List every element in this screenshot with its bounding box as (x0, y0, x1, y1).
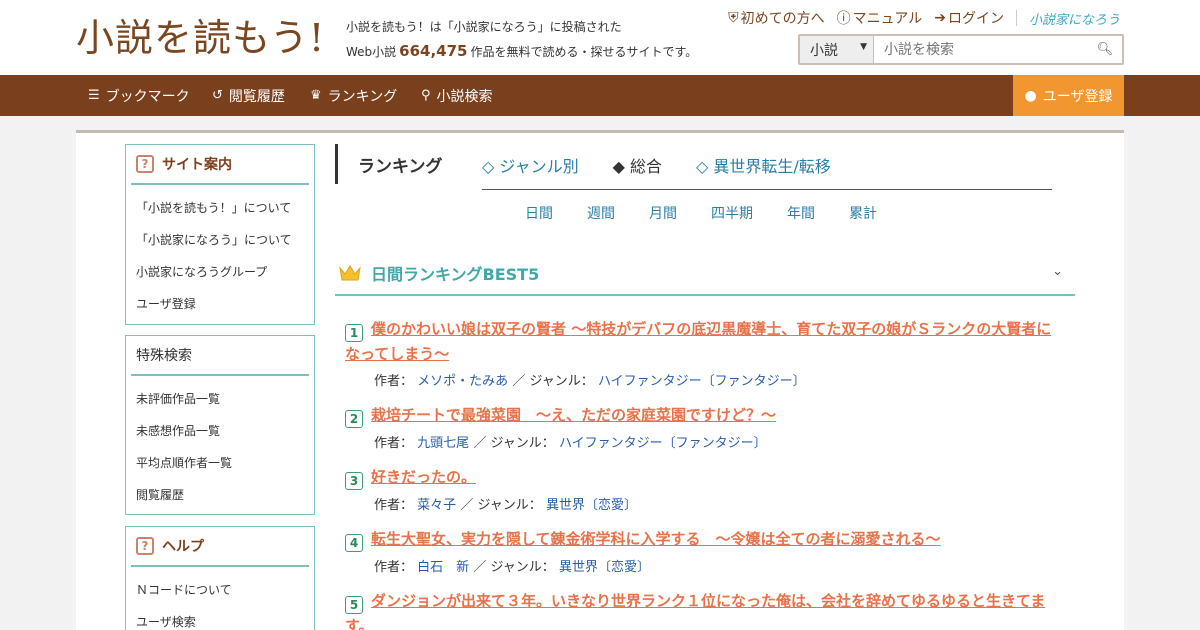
author-link[interactable]: メソポ・たみあ (417, 374, 508, 389)
top-links: ⛨ 初めての方へ ⓘ マニュアル ➔ ログイン 小説家になろう (728, 8, 1120, 28)
rank-1-icon: 1 (345, 324, 363, 342)
rank-5-icon: 5 (345, 596, 363, 614)
special-search-box: 特殊検索 未評価作品一覧 未感想作品一覧 平均点順作者一覧 閲覧履歴 (125, 335, 315, 515)
history-icon: ↺ (212, 88, 223, 103)
tab-isekai[interactable]: ◇ 異世界転生/転移 (696, 153, 831, 177)
genre-link[interactable]: ハイファンタジー〔ファンタジー〕 (598, 374, 806, 389)
author-link[interactable]: 九頭七尾 (417, 436, 469, 451)
rank-2-icon: 2 (345, 410, 363, 428)
nav-history[interactable]: ↺ 閲覧履歴 (212, 75, 285, 116)
help-box: ? ヘルプ Ｎコードについて ユーザ検索 (125, 526, 315, 630)
sidebar-item-narou-group[interactable]: 小説家になろうグループ (126, 255, 314, 287)
ranking-item: 2 栽培チートで最強菜園 ～え、ただの家庭菜園ですけど？～ 作者： 九頭七尾 ／ … (345, 403, 1065, 451)
question-circle-icon: ⓘ (836, 11, 851, 27)
novel-title-link[interactable]: 4 転生大聖女、実力を隠して錬金術学科に入学する ～令嬢は全ての者に溺愛される～ (345, 530, 941, 552)
sidebar-item-unrated[interactable]: 未評価作品一覧 (126, 382, 314, 414)
ranking-tabs: ◇ ジャンル別 ◆ 総合 ◇ 異世界転生/転移 (482, 153, 831, 177)
user-register-button[interactable]: ● ユーザ登録 (1013, 75, 1124, 116)
period-quarterly[interactable]: 四半期 (711, 203, 787, 223)
sidebar-item-history[interactable]: 閲覧履歴 (126, 478, 314, 510)
period-monthly[interactable]: 月間 (649, 203, 711, 223)
question-icon: ? (136, 155, 154, 173)
search-type-select[interactable]: 小説 ▼ (800, 36, 874, 63)
ranking-heading: ランキング (335, 144, 443, 184)
best5-header[interactable]: 日間ランキングBEST5 ⌄ (335, 252, 1075, 296)
ranking-item: 4 転生大聖女、実力を隠して錬金術学科に入学する ～令嬢は全ての者に溺愛される～ … (345, 527, 1065, 575)
special-search-title: 特殊検索 (131, 336, 309, 376)
author-link[interactable]: 菜々子 (417, 498, 456, 513)
sidebar-item-user-search[interactable]: ユーザ検索 (126, 605, 314, 630)
login-icon: ➔ (934, 10, 946, 26)
site-guide-title: ? サイト案内 (131, 145, 309, 185)
novel-title-link[interactable]: 3 好きだったの。 (345, 468, 476, 490)
search-icon: ⚲ (421, 88, 431, 103)
tab-overall[interactable]: ◆ 総合 (613, 153, 662, 177)
period-daily[interactable]: 日間 (525, 203, 587, 223)
period-links: 日間 週間 月間 四半期 年間 累計 (525, 203, 889, 223)
ranking-item: 5 ダンジョンが出来て３年。いきなり世界ランク１位になった俺は、会社を辞めてゆるゆ… (345, 589, 1065, 630)
work-count: 664,475 (399, 42, 468, 60)
novel-title-link[interactable]: 5 ダンジョンが出来て３年。いきなり世界ランク１位になった俺は、会社を辞めてゆるゆ… (345, 592, 1045, 630)
tagline-line1: 小説を読もう！は「小説家になろう」に投稿された (346, 20, 622, 34)
crown-icon (339, 265, 361, 281)
main-content: ? サイト案内 「小説を読もう！」について 「小説家になろう」について 小説家にな… (76, 130, 1124, 630)
sidebar-item-about-narou[interactable]: 「小説家になろう」について (126, 223, 314, 255)
user-icon: ● (1024, 87, 1037, 104)
shield-icon: ⛨ (728, 10, 739, 26)
genre-link[interactable]: ハイファンタジー〔ファンタジー〕 (559, 436, 767, 451)
ranking-item: 1 僕のかわいい娘は双子の賢者 ～特技がデバフの底辺黒魔導士、育てた双子の娘がＳラ… (345, 317, 1065, 389)
site-guide-box: ? サイト案内 「小説を読もう！」について 「小説家になろう」について 小説家にな… (125, 144, 315, 325)
genre-link[interactable]: 異世界〔恋愛〕 (559, 560, 650, 575)
tab-genre[interactable]: ◇ ジャンル別 (482, 153, 579, 177)
chevron-down-icon[interactable]: ⌄ (1052, 264, 1063, 279)
tagline-suffix: 作品を無料で読める・探せるサイトです。 (470, 45, 698, 59)
nav-bookmark[interactable]: ☰ ブックマーク (88, 75, 190, 116)
novel-title-link[interactable]: 1 僕のかわいい娘は双子の賢者 ～特技がデバフの底辺黒魔導士、育てた双子の娘がＳラ… (345, 320, 1051, 363)
tabs-divider (482, 189, 1052, 190)
site-tagline: 小説を読もう！は「小説家になろう」に投稿された Web小説 664,475 作品を無… (346, 18, 697, 61)
sidebar-item-ncode[interactable]: Ｎコードについて (126, 573, 314, 605)
novel-meta: 作者： 九頭七尾 ／ ジャンル： ハイファンタジー〔ファンタジー〕 (374, 436, 767, 451)
novel-meta: 作者： 白石 新 ／ ジャンル： 異世界〔恋愛〕 (374, 560, 650, 575)
novel-meta: 作者： メソポ・たみあ ／ ジャンル： ハイファンタジー〔ファンタジー〕 (374, 374, 806, 389)
narou-logo-link[interactable]: 小説家になろう (1029, 9, 1120, 28)
search-input[interactable] (874, 36, 1088, 63)
site-logo[interactable]: 小説を読もう! (76, 14, 325, 62)
rank-4-icon: 4 (345, 534, 363, 552)
sidebar-item-avg-authors[interactable]: 平均点順作者一覧 (126, 446, 314, 478)
question-icon: ? (136, 537, 154, 555)
author-link[interactable]: 白石 新 (417, 560, 469, 575)
novel-meta: 作者： 菜々子 ／ ジャンル： 異世界〔恋愛〕 (374, 498, 637, 513)
login-link[interactable]: ➔ ログイン (934, 8, 1004, 28)
search-icon: 🔍︎ (1096, 42, 1114, 57)
rank-3-icon: 3 (345, 472, 363, 490)
period-total[interactable]: 累計 (849, 203, 889, 223)
ranking-item: 3 好きだったの。 作者： 菜々子 ／ ジャンル： 異世界〔恋愛〕 (345, 465, 1065, 513)
beginners-link[interactable]: ⛨ 初めての方へ (728, 8, 825, 28)
period-weekly[interactable]: 週間 (587, 203, 649, 223)
bookmark-icon: ☰ (88, 88, 100, 103)
manual-link[interactable]: ⓘ マニュアル (837, 8, 923, 28)
help-title: ? ヘルプ (131, 527, 309, 567)
sidebar-item-register[interactable]: ユーザ登録 (126, 287, 314, 319)
search-box: 小説▼ 🔍︎ (798, 34, 1124, 65)
nav-search[interactable]: ⚲ 小説検索 (421, 75, 493, 116)
nav-ranking[interactable]: ♛ ランキング (310, 75, 397, 116)
sidebar-item-no-review[interactable]: 未感想作品一覧 (126, 414, 314, 446)
divider (1015, 10, 1017, 26)
tagline-prefix: Web小説 (346, 45, 397, 59)
header: 小説を読もう! 小説を読もう！は「小説家になろう」に投稿された Web小説 664… (0, 0, 1200, 75)
genre-link[interactable]: 異世界〔恋愛〕 (546, 498, 637, 513)
period-yearly[interactable]: 年間 (787, 203, 849, 223)
caret-down-icon: ▼ (860, 42, 867, 52)
novel-title-link[interactable]: 2 栽培チートで最強菜園 ～え、ただの家庭菜園ですけど？～ (345, 406, 776, 428)
search-button[interactable]: 🔍︎ (1088, 36, 1122, 63)
crown-icon: ♛ (310, 88, 322, 103)
sidebar-item-about-yomou[interactable]: 「小説を読もう！」について (126, 191, 314, 223)
